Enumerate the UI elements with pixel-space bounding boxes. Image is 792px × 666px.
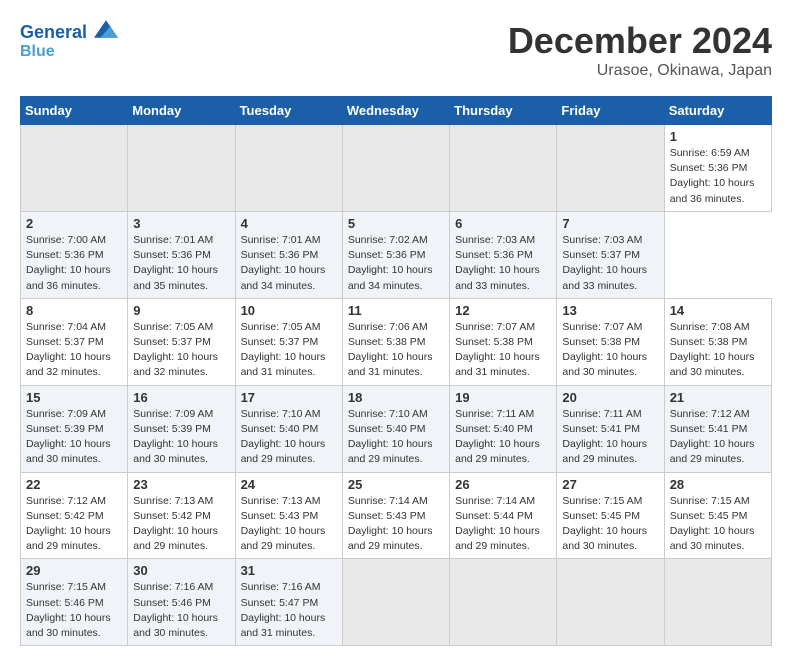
empty-cell [450, 125, 557, 212]
calendar-day: 9Sunrise: 7:05 AMSunset: 5:37 PMDaylight… [128, 298, 235, 385]
calendar-week-row: 1Sunrise: 6:59 AMSunset: 5:36 PMDaylight… [21, 125, 772, 212]
calendar-day: 16Sunrise: 7:09 AMSunset: 5:39 PMDayligh… [128, 385, 235, 472]
calendar-day: 27Sunrise: 7:15 AMSunset: 5:45 PMDayligh… [557, 472, 664, 559]
calendar-day: 22Sunrise: 7:12 AMSunset: 5:42 PMDayligh… [21, 472, 128, 559]
calendar-day: 20Sunrise: 7:11 AMSunset: 5:41 PMDayligh… [557, 385, 664, 472]
calendar-day: 12Sunrise: 7:07 AMSunset: 5:38 PMDayligh… [450, 298, 557, 385]
calendar-day: 15Sunrise: 7:09 AMSunset: 5:39 PMDayligh… [21, 385, 128, 472]
logo: General Blue [20, 20, 118, 60]
calendar-day: 25Sunrise: 7:14 AMSunset: 5:43 PMDayligh… [342, 472, 449, 559]
empty-cell [21, 125, 128, 212]
calendar-day: 26Sunrise: 7:14 AMSunset: 5:44 PMDayligh… [450, 472, 557, 559]
calendar-week-row: 15Sunrise: 7:09 AMSunset: 5:39 PMDayligh… [21, 385, 772, 472]
empty-cell [450, 559, 557, 646]
calendar-day: 11Sunrise: 7:06 AMSunset: 5:38 PMDayligh… [342, 298, 449, 385]
calendar-day: 23Sunrise: 7:13 AMSunset: 5:42 PMDayligh… [128, 472, 235, 559]
calendar-week-row: 8Sunrise: 7:04 AMSunset: 5:37 PMDaylight… [21, 298, 772, 385]
logo-text-blue: Blue [20, 43, 118, 61]
weekday-header-saturday: Saturday [664, 97, 771, 125]
calendar-day: 24Sunrise: 7:13 AMSunset: 5:43 PMDayligh… [235, 472, 342, 559]
empty-cell [342, 125, 449, 212]
title-block: December 2024 Urasoe, Okinawa, Japan [508, 20, 772, 80]
calendar-day: 21Sunrise: 7:12 AMSunset: 5:41 PMDayligh… [664, 385, 771, 472]
calendar-day: 28Sunrise: 7:15 AMSunset: 5:45 PMDayligh… [664, 472, 771, 559]
empty-cell [557, 125, 664, 212]
calendar-day: 6Sunrise: 7:03 AMSunset: 5:36 PMDaylight… [450, 211, 557, 298]
weekday-header-monday: Monday [128, 97, 235, 125]
empty-cell [557, 559, 664, 646]
calendar-day: 1Sunrise: 6:59 AMSunset: 5:36 PMDaylight… [664, 125, 771, 212]
weekday-header-sunday: Sunday [21, 97, 128, 125]
page-header: General Blue December 2024 Urasoe, Okina… [20, 20, 772, 80]
calendar-day: 17Sunrise: 7:10 AMSunset: 5:40 PMDayligh… [235, 385, 342, 472]
calendar-week-row: 22Sunrise: 7:12 AMSunset: 5:42 PMDayligh… [21, 472, 772, 559]
calendar-day: 8Sunrise: 7:04 AMSunset: 5:37 PMDaylight… [21, 298, 128, 385]
empty-cell [235, 125, 342, 212]
calendar-day: 30Sunrise: 7:16 AMSunset: 5:46 PMDayligh… [128, 559, 235, 646]
calendar-day: 3Sunrise: 7:01 AMSunset: 5:36 PMDaylight… [128, 211, 235, 298]
weekday-header-thursday: Thursday [450, 97, 557, 125]
calendar-day: 7Sunrise: 7:03 AMSunset: 5:37 PMDaylight… [557, 211, 664, 298]
empty-cell [128, 125, 235, 212]
calendar-day: 18Sunrise: 7:10 AMSunset: 5:40 PMDayligh… [342, 385, 449, 472]
weekday-header-friday: Friday [557, 97, 664, 125]
logo-text: General [20, 20, 118, 43]
location-title: Urasoe, Okinawa, Japan [508, 62, 772, 80]
logo-icon [94, 20, 118, 38]
calendar-day: 10Sunrise: 7:05 AMSunset: 5:37 PMDayligh… [235, 298, 342, 385]
weekday-header-tuesday: Tuesday [235, 97, 342, 125]
calendar-week-row: 29Sunrise: 7:15 AMSunset: 5:46 PMDayligh… [21, 559, 772, 646]
calendar-day: 5Sunrise: 7:02 AMSunset: 5:36 PMDaylight… [342, 211, 449, 298]
calendar-day: 19Sunrise: 7:11 AMSunset: 5:40 PMDayligh… [450, 385, 557, 472]
weekday-header-row: SundayMondayTuesdayWednesdayThursdayFrid… [21, 97, 772, 125]
empty-cell [664, 559, 771, 646]
weekday-header-wednesday: Wednesday [342, 97, 449, 125]
calendar-day: 13Sunrise: 7:07 AMSunset: 5:38 PMDayligh… [557, 298, 664, 385]
empty-cell [342, 559, 449, 646]
calendar-table: SundayMondayTuesdayWednesdayThursdayFrid… [20, 96, 772, 646]
calendar-week-row: 2Sunrise: 7:00 AMSunset: 5:36 PMDaylight… [21, 211, 772, 298]
calendar-day: 2Sunrise: 7:00 AMSunset: 5:36 PMDaylight… [21, 211, 128, 298]
calendar-day: 29Sunrise: 7:15 AMSunset: 5:46 PMDayligh… [21, 559, 128, 646]
calendar-day: 14Sunrise: 7:08 AMSunset: 5:38 PMDayligh… [664, 298, 771, 385]
month-title: December 2024 [508, 20, 772, 62]
calendar-day: 31Sunrise: 7:16 AMSunset: 5:47 PMDayligh… [235, 559, 342, 646]
calendar-day: 4Sunrise: 7:01 AMSunset: 5:36 PMDaylight… [235, 211, 342, 298]
